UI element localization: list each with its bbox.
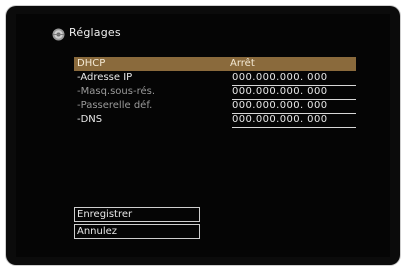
row-value: Arrêt — [230, 58, 255, 69]
row-label: DHCP — [77, 58, 106, 69]
subnet-mask-field[interactable]: 000.000.000. 000 — [232, 85, 356, 100]
network-settings-list: DHCP Arrêt -Adresse IP 000.000.000. 000 … — [74, 57, 356, 128]
settings-gear-icon — [52, 26, 65, 41]
settings-screen: Réglages DHCP Arrêt -Adresse IP 000.000.… — [16, 14, 390, 257]
page-header: Réglages — [52, 26, 121, 41]
row-subnet-mask[interactable]: -Masq.sous-rés. 000.000.000. 000 — [74, 85, 356, 100]
row-label: -Masq.sous-rés. — [77, 86, 156, 97]
cancel-button[interactable]: Annulez — [74, 224, 200, 239]
save-button[interactable]: Enregistrer — [74, 207, 200, 222]
action-buttons: Enregistrer Annulez — [74, 207, 200, 241]
ip-address-field[interactable]: 000.000.000. 000 — [232, 71, 356, 86]
page-title: Réglages — [69, 26, 121, 39]
row-label: -Passerelle déf. — [77, 100, 153, 111]
row-label: -DNS — [77, 114, 103, 125]
row-ip-address[interactable]: -Adresse IP 000.000.000. 000 — [74, 71, 356, 86]
row-label: -Adresse IP — [77, 72, 133, 83]
dns-field[interactable]: 000.000.000. 000 — [232, 113, 356, 128]
row-default-gateway[interactable]: -Passerelle déf. 000.000.000. 000 — [74, 99, 356, 114]
row-dhcp[interactable]: DHCP Arrêt — [74, 57, 356, 71]
row-dns[interactable]: -DNS 000.000.000. 000 — [74, 113, 356, 128]
default-gateway-field[interactable]: 000.000.000. 000 — [232, 99, 356, 114]
